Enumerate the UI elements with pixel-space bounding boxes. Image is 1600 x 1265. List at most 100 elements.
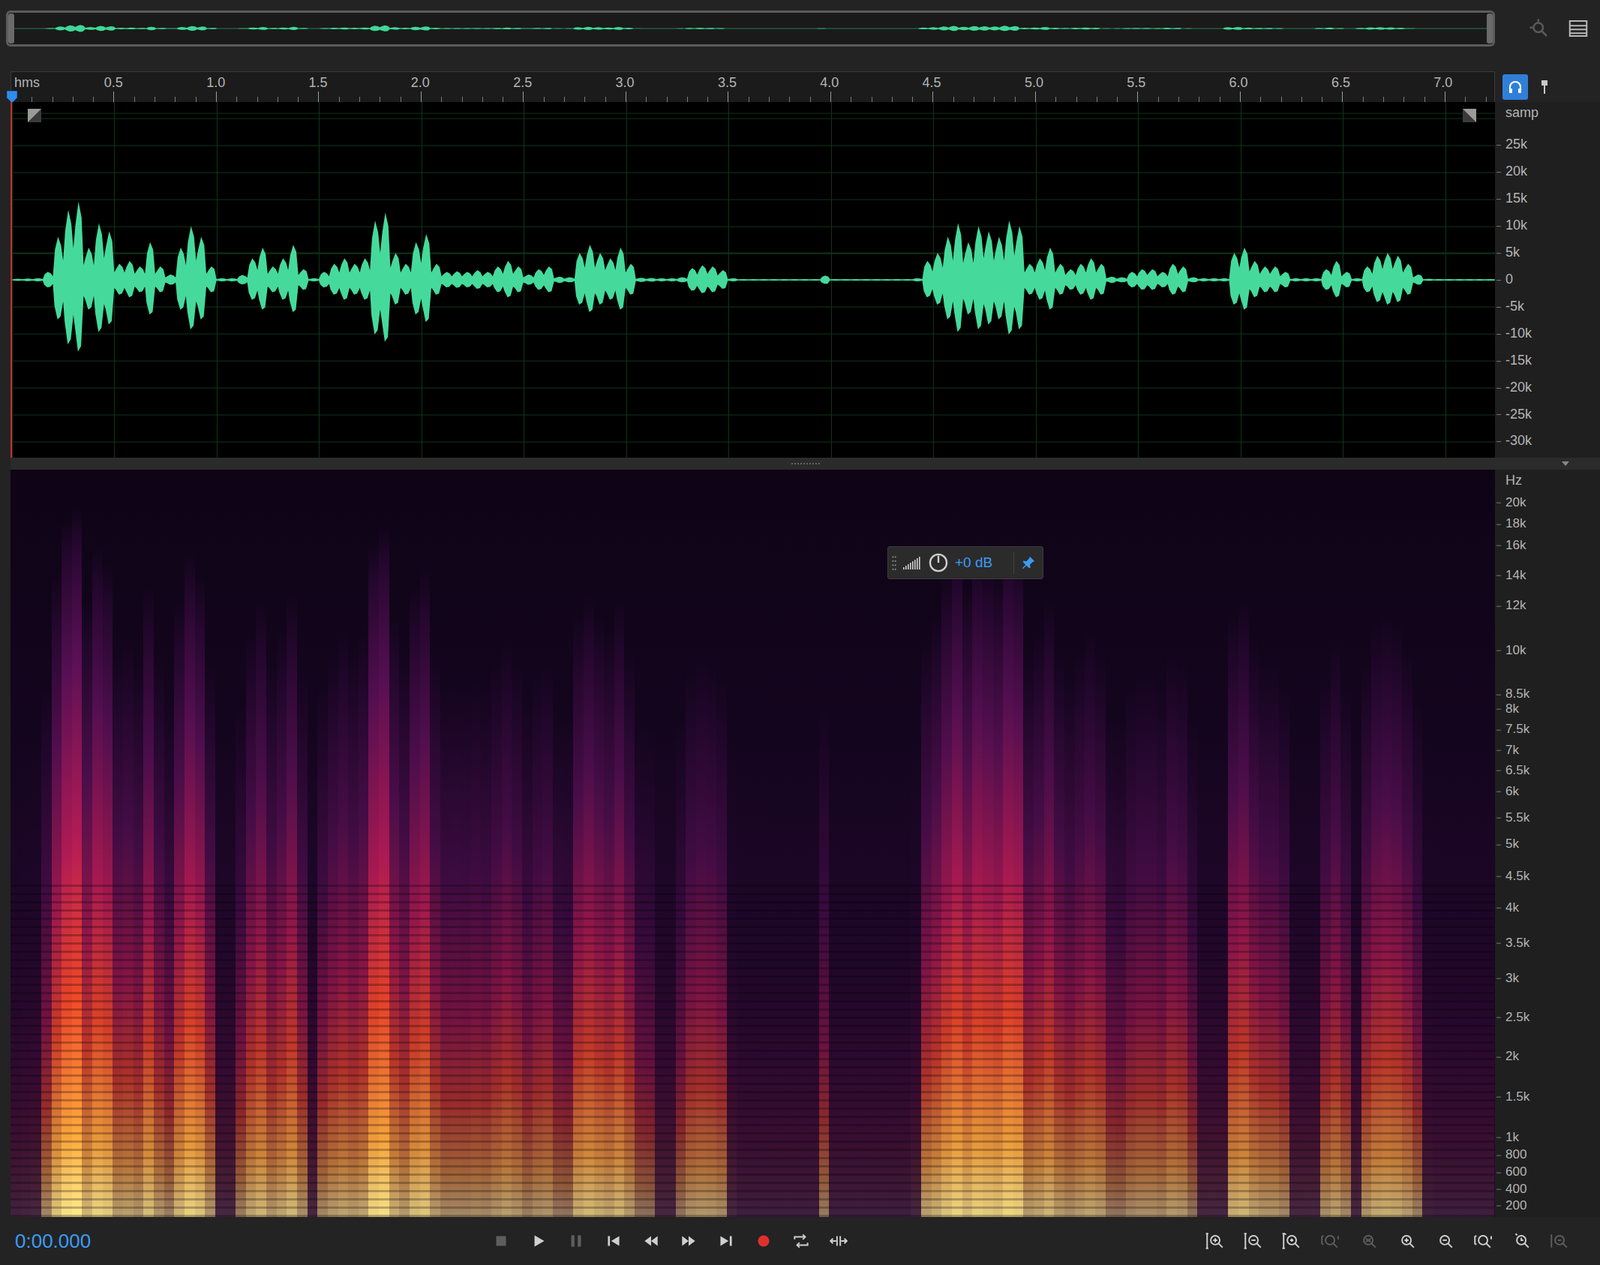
transport-controls	[486, 1225, 854, 1256]
overview-left-handle[interactable]	[8, 13, 15, 44]
zoom-button[interactable]	[1390, 1225, 1421, 1256]
gain-knob-icon[interactable]	[927, 552, 949, 574]
spectrogram-column	[1320, 469, 1331, 1217]
ruler-tick-label: 5.0	[1024, 75, 1044, 91]
zoom-button[interactable]	[1543, 1225, 1574, 1256]
frequency-tick-label: 1k	[1505, 1129, 1519, 1144]
transport-button[interactable]	[598, 1225, 629, 1256]
spectrogram-column	[542, 469, 553, 1217]
overview-navigator[interactable]	[6, 10, 1495, 47]
spectrogram-column	[1187, 469, 1198, 1217]
spectrogram-column	[1207, 469, 1219, 1217]
overview-waveform	[14, 13, 1487, 44]
zoom-amp-in-icon	[1204, 1230, 1225, 1251]
frequency-tick-label: 2.5k	[1505, 1010, 1530, 1025]
hud-grip-icon[interactable]	[891, 554, 897, 571]
transport-button[interactable]	[636, 1225, 667, 1256]
zoom-button[interactable]	[1428, 1225, 1459, 1256]
frequency-tick-label: 14k	[1505, 568, 1526, 583]
spectrogram-column	[594, 469, 605, 1217]
divider-grip-icon[interactable]	[789, 461, 823, 466]
frequency-tick-label: 7.5k	[1505, 722, 1530, 737]
spectrogram-column	[634, 469, 646, 1217]
spectrogram-column	[1269, 469, 1280, 1217]
gain-value[interactable]: +0 dB	[954, 554, 1008, 571]
ruler-tick-label: 1.0	[206, 75, 226, 91]
fade-out-handle-icon[interactable]	[1461, 108, 1477, 124]
zoom-button[interactable]	[1352, 1225, 1383, 1256]
spectrogram-column	[1412, 469, 1423, 1217]
spectrogram-column	[327, 469, 339, 1217]
spectrogram-column	[1452, 469, 1464, 1217]
zoom-button[interactable]	[1237, 1225, 1268, 1256]
transport-button[interactable]	[823, 1225, 854, 1256]
frequency-tick-label: 200	[1505, 1198, 1527, 1213]
monitor-toggle-button[interactable]	[1502, 74, 1528, 100]
hud-pin-icon[interactable]	[1020, 554, 1037, 571]
ruler-tools	[1494, 71, 1600, 103]
gain-hud[interactable]: +0 dB	[887, 546, 1044, 580]
frequency-tick-label: 5.5k	[1505, 810, 1530, 826]
list-menu-icon[interactable]	[1566, 17, 1590, 40]
zoom-amp-out-icon	[1242, 1230, 1263, 1251]
ruler-tick-label: 7.0	[1433, 75, 1453, 91]
transport-button[interactable]	[786, 1225, 817, 1256]
overview-right-handle[interactable]	[1486, 13, 1493, 44]
zoom-navigator-icon[interactable]	[1527, 17, 1551, 40]
zoom-button[interactable]	[1314, 1225, 1345, 1256]
panel-divider[interactable]	[10, 457, 1600, 470]
spectrogram-column	[870, 469, 881, 1217]
spectrogram-column	[143, 469, 154, 1217]
spectrogram-column	[429, 469, 441, 1217]
time-display-box: 0:00.000	[0, 1229, 487, 1253]
spectrogram-column	[1258, 469, 1270, 1217]
marker-pin-icon[interactable]	[1535, 76, 1554, 98]
ruler-tick-label: 1.5	[309, 75, 328, 91]
ruler-tick-label: 4.5	[922, 75, 942, 91]
zoom-button[interactable]	[1505, 1225, 1536, 1256]
spectrogram-column	[511, 469, 523, 1217]
transport-button[interactable]	[561, 1225, 592, 1256]
zoom-button[interactable]	[1199, 1225, 1230, 1256]
spectrogram-column	[696, 469, 707, 1217]
amplitude-tick-label: 0	[1505, 272, 1513, 288]
spectrogram-column	[133, 469, 145, 1217]
spectrogram-column	[1156, 469, 1168, 1217]
spectrogram-column	[1238, 469, 1249, 1217]
spectrogram-column	[72, 469, 83, 1217]
spectrogram-column	[767, 469, 778, 1217]
transport-button[interactable]	[711, 1225, 742, 1256]
overview-tools	[1494, 10, 1600, 47]
spectrogram-column	[184, 469, 196, 1217]
spectrogram-column	[849, 469, 861, 1217]
waveform-display[interactable]	[10, 102, 1495, 458]
spectrogram-column	[235, 469, 247, 1217]
current-time[interactable]: 0:00.000	[15, 1229, 91, 1252]
spectral-frequency-display[interactable]: +0 dB	[10, 469, 1495, 1217]
time-ruler[interactable]: hms0.51.01.52.02.53.03.54.04.55.05.56.06…	[10, 71, 1495, 103]
transport-button[interactable]	[748, 1225, 779, 1256]
ruler-tick-label: 4.0	[819, 75, 839, 91]
spectrogram-row: +0 dBHz20k18k16k14k12k10k8.5k8k7.5k7k6.5…	[0, 469, 1600, 1217]
spectrogram-column	[174, 469, 185, 1217]
frequency-tick-label: 600	[1505, 1164, 1527, 1180]
transport-button[interactable]	[523, 1225, 554, 1256]
spectrogram-column	[890, 469, 901, 1217]
spectrogram-column	[297, 469, 308, 1217]
ruler-tick-label: 2.5	[513, 75, 532, 91]
spectrogram-column	[1473, 469, 1485, 1217]
spectrogram-column	[532, 469, 544, 1217]
spectrogram-column	[828, 469, 840, 1217]
dropdown-arrow-icon[interactable]	[1560, 460, 1570, 467]
frequency-tick-label: 12k	[1505, 598, 1526, 613]
spectrogram-column	[348, 469, 359, 1217]
spectrogram-column	[1401, 469, 1413, 1217]
amplitude-unit: samp	[1505, 105, 1539, 121]
fade-in-handle-icon[interactable]	[27, 108, 43, 124]
zoom-button[interactable]	[1275, 1225, 1306, 1256]
transport-button[interactable]	[486, 1225, 517, 1256]
frequency-tick-label: 18k	[1505, 516, 1526, 532]
amplitude-tick-label: 25k	[1505, 138, 1528, 154]
zoom-button[interactable]	[1467, 1225, 1498, 1256]
transport-button[interactable]	[673, 1225, 704, 1256]
